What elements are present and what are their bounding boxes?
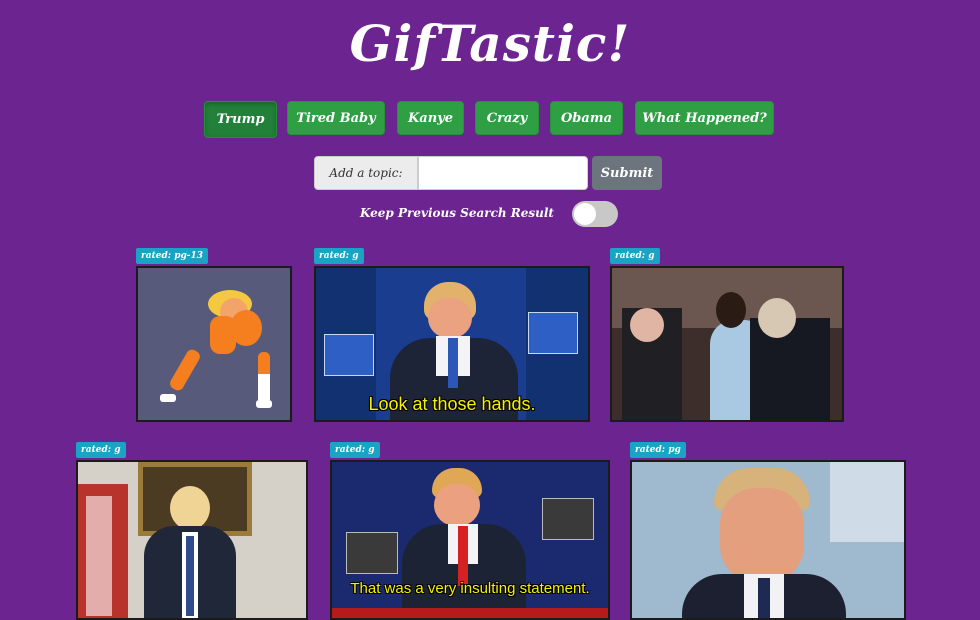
rating-badge: rated: g bbox=[76, 442, 126, 458]
topic-button-kanye[interactable]: Kanye bbox=[397, 101, 464, 135]
topic-button-obama[interactable]: Obama bbox=[550, 101, 623, 135]
app-title: GifTastic! bbox=[349, 14, 631, 73]
cartoon-figure-icon bbox=[160, 290, 272, 408]
gif-image[interactable] bbox=[630, 460, 906, 620]
add-topic-label: Add a topic: bbox=[314, 156, 418, 190]
topic-buttons: Trump Tired Baby Kanye Crazy Obama What … bbox=[0, 101, 980, 138]
rating-badge: rated: g bbox=[330, 442, 380, 458]
toggle-knob bbox=[574, 203, 596, 225]
rating-badge: rated: pg bbox=[630, 442, 686, 458]
gif-caption: Look at those hands. bbox=[368, 394, 536, 414]
rating-badge: rated: pg-13 bbox=[136, 248, 209, 264]
topic-button-crazy[interactable]: Crazy bbox=[475, 101, 539, 135]
add-topic-input[interactable] bbox=[418, 156, 588, 190]
rating-badge: rated: g bbox=[610, 248, 660, 264]
gif-image[interactable]: Look at those hands. bbox=[314, 266, 590, 422]
keep-results-label: Keep Previous Search Result bbox=[360, 206, 554, 220]
keep-results-toggle[interactable] bbox=[572, 201, 618, 227]
gif-image[interactable] bbox=[76, 460, 308, 620]
topic-button-trump[interactable]: Trump bbox=[204, 101, 277, 138]
gif-image[interactable]: That was a very insulting statement. bbox=[330, 460, 610, 620]
rating-badge: rated: g bbox=[314, 248, 364, 264]
gif-image[interactable] bbox=[136, 266, 292, 422]
submit-button[interactable]: Submit bbox=[592, 156, 662, 190]
gif-image[interactable] bbox=[610, 266, 844, 422]
gif-caption: That was a very insulting statement. bbox=[350, 580, 590, 597]
topic-button-tired-baby[interactable]: Tired Baby bbox=[287, 101, 385, 135]
topic-button-what-happened[interactable]: What Happened? bbox=[635, 101, 774, 135]
